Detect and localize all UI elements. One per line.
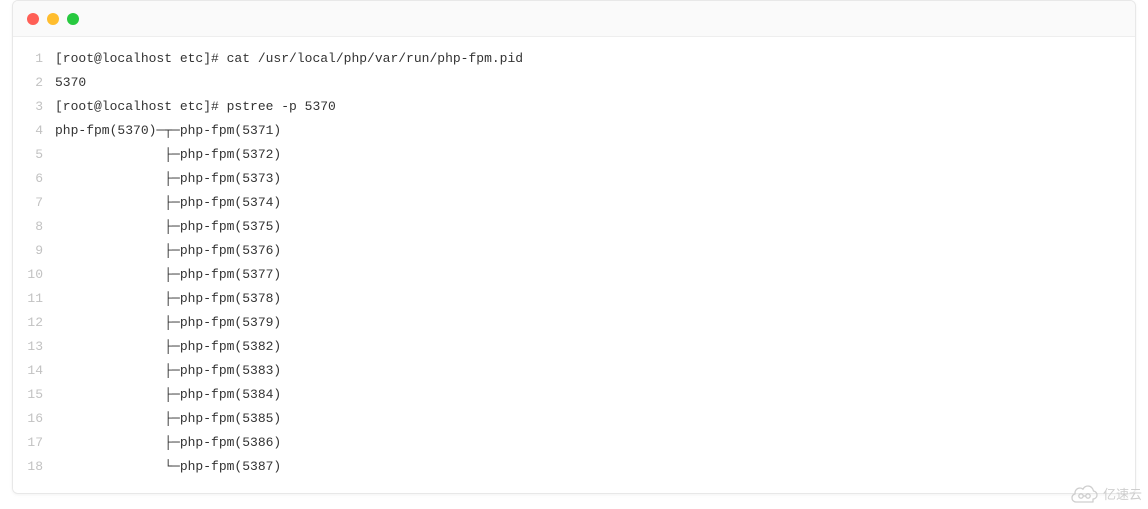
line-number: 3 [13, 95, 43, 119]
line-number: 11 [13, 287, 43, 311]
minimize-icon[interactable] [47, 13, 59, 25]
line-number: 12 [13, 311, 43, 335]
code-line: ├─php-fpm(5374) [55, 191, 1135, 215]
code-line: └─php-fpm(5387) [55, 455, 1135, 479]
line-number: 7 [13, 191, 43, 215]
watermark-text: 亿速云 [1103, 484, 1142, 503]
line-number: 17 [13, 431, 43, 455]
line-number: 18 [13, 455, 43, 479]
code-line: [root@localhost etc]# pstree -p 5370 [55, 95, 1135, 119]
code-content: [root@localhost etc]# cat /usr/local/php… [55, 47, 1135, 479]
code-line: ├─php-fpm(5384) [55, 383, 1135, 407]
line-number: 10 [13, 263, 43, 287]
code-line: ├─php-fpm(5372) [55, 143, 1135, 167]
code-line: ├─php-fpm(5385) [55, 407, 1135, 431]
line-number: 15 [13, 383, 43, 407]
window-titlebar [13, 1, 1135, 37]
code-line: php-fpm(5370)─┬─php-fpm(5371) [55, 119, 1135, 143]
code-line: ├─php-fpm(5382) [55, 335, 1135, 359]
code-line: ├─php-fpm(5373) [55, 167, 1135, 191]
line-number: 16 [13, 407, 43, 431]
code-line: 5370 [55, 71, 1135, 95]
code-line: ├─php-fpm(5383) [55, 359, 1135, 383]
zoom-icon[interactable] [67, 13, 79, 25]
code-line: [root@localhost etc]# cat /usr/local/php… [55, 47, 1135, 71]
code-line: ├─php-fpm(5375) [55, 215, 1135, 239]
cloud-icon [1071, 485, 1099, 503]
line-number: 8 [13, 215, 43, 239]
code-area: 123456789101112131415161718 [root@localh… [13, 37, 1135, 493]
line-number: 6 [13, 167, 43, 191]
line-number: 5 [13, 143, 43, 167]
line-number: 9 [13, 239, 43, 263]
line-number: 13 [13, 335, 43, 359]
line-number: 14 [13, 359, 43, 383]
line-number: 4 [13, 119, 43, 143]
line-number-gutter: 123456789101112131415161718 [13, 47, 55, 479]
watermark: 亿速云 [1071, 484, 1142, 503]
code-line: ├─php-fpm(5377) [55, 263, 1135, 287]
terminal-window: 123456789101112131415161718 [root@localh… [12, 0, 1136, 494]
code-line: ├─php-fpm(5376) [55, 239, 1135, 263]
close-icon[interactable] [27, 13, 39, 25]
code-line: ├─php-fpm(5386) [55, 431, 1135, 455]
line-number: 1 [13, 47, 43, 71]
code-line: ├─php-fpm(5379) [55, 311, 1135, 335]
code-line: ├─php-fpm(5378) [55, 287, 1135, 311]
line-number: 2 [13, 71, 43, 95]
